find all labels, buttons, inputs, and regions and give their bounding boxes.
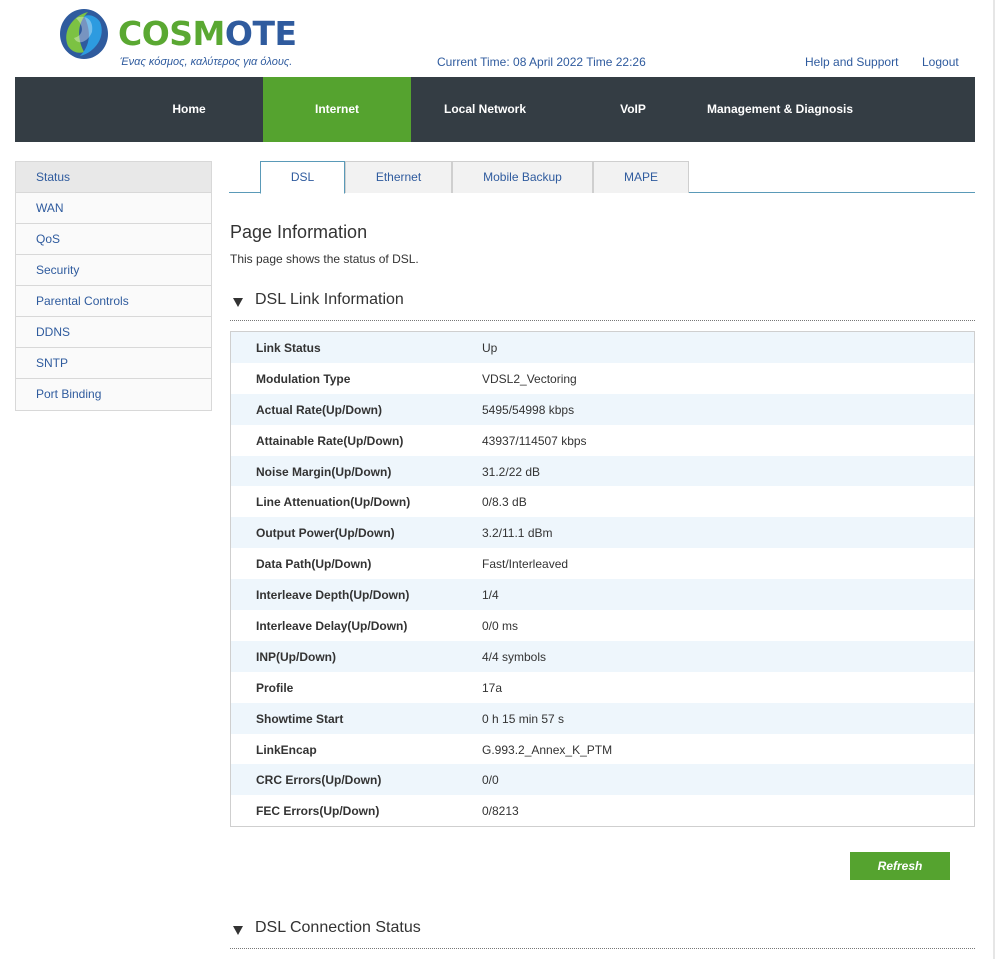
row-value: Fast/Interleaved xyxy=(482,557,569,572)
nav-local-network[interactable]: Local Network xyxy=(411,77,559,142)
row-value: 0/0 xyxy=(482,773,499,788)
row-label: Interleave Depth(Up/Down) xyxy=(256,588,410,603)
sidebar: Status WAN QoS Security Parental Control… xyxy=(15,161,212,411)
row-label: Noise Margin(Up/Down) xyxy=(256,464,392,479)
table-row: Data Path(Up/Down) Fast/Interleaved xyxy=(231,548,974,580)
logo-wordmark: COSMOTE xyxy=(118,14,297,53)
table-row: Showtime Start 0 h 15 min 57 s xyxy=(231,702,974,734)
logo-tagline: Ένας κόσμος, καλύτερος για όλους. xyxy=(120,56,293,68)
table-row: Modulation Type VDSL2_Vectoring xyxy=(231,362,974,394)
table-row: Output Power(Up/Down) 3.2/11.1 dBm xyxy=(231,517,974,549)
row-value: 5495/54998 kbps xyxy=(482,402,575,417)
refresh-button[interactable]: Refresh xyxy=(850,852,950,880)
row-value: 4/4 symbols xyxy=(482,649,547,664)
row-value: 31.2/22 dB xyxy=(482,464,541,479)
row-label: LinkEncap xyxy=(256,742,317,757)
main-nav: Home Internet Local Network VoIP Managem… xyxy=(15,77,975,142)
page-description: This page shows the status of DSL. xyxy=(230,252,419,266)
logout-link[interactable]: Logout xyxy=(922,55,959,69)
tab-mobile-backup[interactable]: Mobile Backup xyxy=(452,161,593,193)
row-label: Data Path(Up/Down) xyxy=(256,557,372,572)
table-row: CRC Errors(Up/Down) 0/0 xyxy=(231,764,974,796)
sidebar-item-sntp[interactable]: SNTP xyxy=(16,348,211,379)
dsl-connection-section-header[interactable]: DSL Connection Status xyxy=(230,919,975,949)
row-label: Showtime Start xyxy=(256,711,344,726)
row-value: 0/8213 xyxy=(482,804,519,819)
cosmote-logo-icon xyxy=(60,9,108,59)
table-row: LinkEncap G.993.2_Annex_K_PTM xyxy=(231,733,974,765)
row-value: 1/4 xyxy=(482,588,499,603)
row-label: Line Attenuation(Up/Down) xyxy=(256,495,411,510)
row-value: 0/8.3 dB xyxy=(482,495,527,510)
collapse-triangle-icon[interactable] xyxy=(233,298,243,307)
nav-internet[interactable]: Internet xyxy=(263,77,411,142)
row-label: Interleave Delay(Up/Down) xyxy=(256,619,408,634)
row-label: Output Power(Up/Down) xyxy=(256,526,395,541)
dsl-connection-section-title: DSL Connection Status xyxy=(255,919,421,936)
cosmote-logo: COSMOTE Ένας κόσμος, καλύτερος για όλους… xyxy=(58,6,298,72)
row-value: G.993.2_Annex_K_PTM xyxy=(482,742,613,757)
collapse-triangle-icon[interactable] xyxy=(233,926,243,935)
table-row: Noise Margin(Up/Down) 31.2/22 dB xyxy=(231,455,974,487)
row-label: Profile xyxy=(256,680,294,695)
sidebar-item-wan[interactable]: WAN xyxy=(16,193,211,224)
sidebar-item-security[interactable]: Security xyxy=(16,255,211,286)
table-row: Link Status Up xyxy=(231,332,974,363)
row-label: FEC Errors(Up/Down) xyxy=(256,804,380,819)
row-value: 0/0 ms xyxy=(482,619,519,634)
logo-wordmark-part2: OTE xyxy=(224,14,297,53)
row-value: 43937/114507 kbps xyxy=(482,433,587,448)
table-row: FEC Errors(Up/Down) 0/8213 xyxy=(231,795,974,827)
row-label: Attainable Rate(Up/Down) xyxy=(256,433,404,448)
sidebar-item-port-binding[interactable]: Port Binding xyxy=(16,379,211,410)
row-value: 3.2/11.1 dBm xyxy=(482,526,553,541)
row-label: CRC Errors(Up/Down) xyxy=(256,773,382,788)
sidebar-item-parental-controls[interactable]: Parental Controls xyxy=(16,286,211,317)
table-row: INP(Up/Down) 4/4 symbols xyxy=(231,640,974,672)
row-value: 17a xyxy=(482,680,503,695)
tab-mape[interactable]: MAPE xyxy=(593,161,689,193)
table-row: Attainable Rate(Up/Down) 43937/114507 kb… xyxy=(231,424,974,456)
row-value: VDSL2_Vectoring xyxy=(482,371,577,386)
table-row: Actual Rate(Up/Down) 5495/54998 kbps xyxy=(231,393,974,425)
row-label: Actual Rate(Up/Down) xyxy=(256,402,382,417)
dsl-link-section-title: DSL Link Information xyxy=(255,291,404,308)
dsl-link-table: Link Status Up Modulation Type VDSL2_Vec… xyxy=(230,331,975,828)
nav-voip[interactable]: VoIP xyxy=(559,77,707,142)
nav-management-diagnosis[interactable]: Management & Diagnosis xyxy=(695,77,865,142)
sidebar-item-ddns[interactable]: DDNS xyxy=(16,317,211,348)
tab-dsl[interactable]: DSL xyxy=(260,161,345,194)
help-and-support-link[interactable]: Help and Support xyxy=(805,55,898,69)
table-row: Line Attenuation(Up/Down) 0/8.3 dB xyxy=(231,486,974,518)
current-time: Current Time: 08 April 2022 Time 22:26 xyxy=(437,55,646,69)
tab-ethernet[interactable]: Ethernet xyxy=(345,161,452,193)
sidebar-item-qos[interactable]: QoS xyxy=(16,224,211,255)
nav-home[interactable]: Home xyxy=(115,77,263,142)
table-row: Profile 17a xyxy=(231,671,974,703)
table-row: Interleave Depth(Up/Down) 1/4 xyxy=(231,579,974,611)
sidebar-item-status[interactable]: Status xyxy=(16,162,211,193)
table-row: Interleave Delay(Up/Down) 0/0 ms xyxy=(231,610,974,641)
row-value: Up xyxy=(482,341,498,355)
row-label: INP(Up/Down) xyxy=(256,649,336,664)
row-label: Modulation Type xyxy=(256,371,351,386)
dsl-link-section-header[interactable]: DSL Link Information xyxy=(230,291,975,321)
page-title: Page Information xyxy=(230,222,368,242)
logo-wordmark-part1: COSM xyxy=(118,14,225,53)
row-label: Link Status xyxy=(256,341,321,355)
row-value: 0 h 15 min 57 s xyxy=(482,711,565,726)
